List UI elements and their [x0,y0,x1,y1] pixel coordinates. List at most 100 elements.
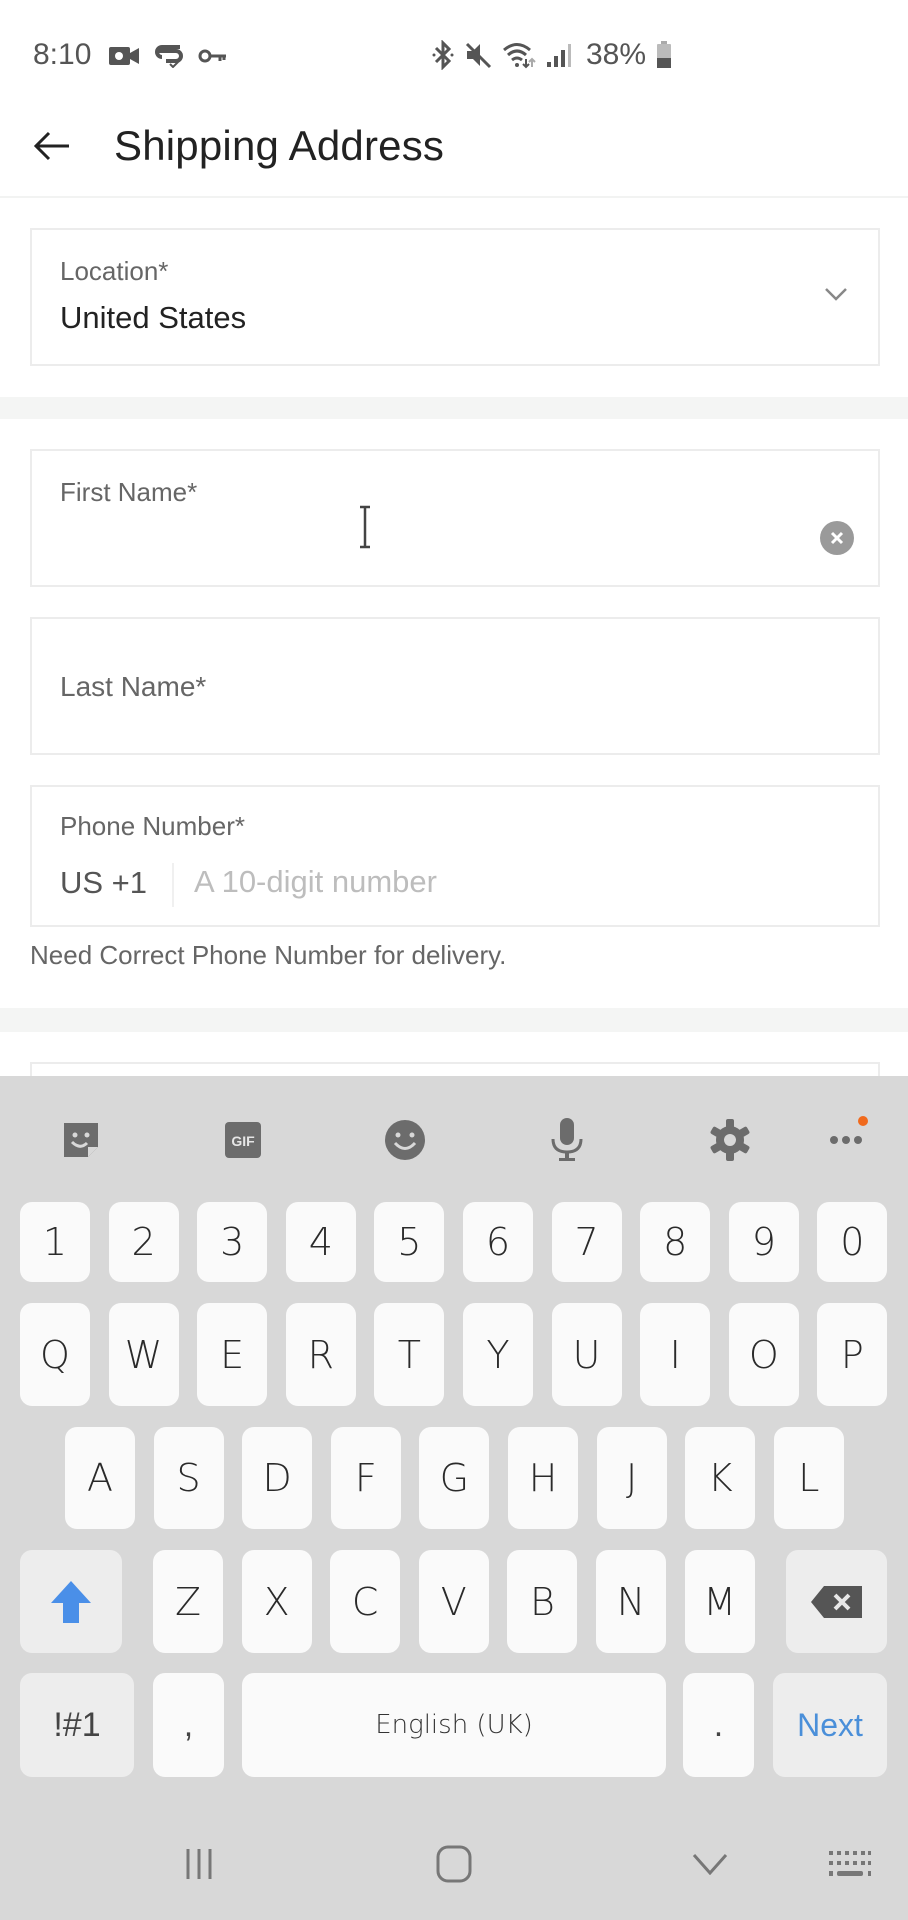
location-select[interactable]: Location* United States [30,228,880,366]
key-s[interactable]: S [153,1427,224,1529]
battery-icon [656,41,672,69]
wifi-icon [502,41,536,69]
key-v[interactable]: V [418,1550,489,1653]
backspace-key[interactable] [786,1550,887,1653]
key-y[interactable]: Y [463,1303,533,1406]
recent-apps-icon [182,1847,216,1881]
settings-icon [708,1118,752,1162]
key-h[interactable]: H [508,1427,578,1529]
phone-number-label: Phone Number* [60,811,245,841]
key-a[interactable]: A [65,1427,135,1529]
location-value: United States [60,300,247,335]
key-i[interactable]: I [640,1303,711,1406]
key-q[interactable]: Q [20,1303,90,1406]
key-g[interactable]: G [419,1427,490,1529]
key-t[interactable]: T [374,1303,445,1406]
gif-button[interactable]: GIF [219,1116,267,1164]
key-k[interactable]: K [685,1427,756,1529]
next-action-key[interactable]: Next [773,1673,887,1777]
key-f[interactable]: F [330,1427,401,1529]
more-icon [826,1132,866,1148]
clear-circle-icon [830,531,844,545]
key-m[interactable]: M [684,1550,755,1653]
svg-text:GIF: GIF [231,1133,255,1149]
mute-icon [464,41,492,69]
key-5[interactable]: 5 [374,1202,445,1282]
page-title: Shipping Address [114,122,445,169]
gif-icon: GIF [222,1119,264,1161]
notification-dot [858,1116,868,1126]
hide-keyboard-icon [692,1853,728,1875]
key-9[interactable]: 9 [728,1202,799,1282]
bluetooth-icon [432,40,454,70]
key-r[interactable]: R [285,1303,356,1406]
soft-keyboard: G I F !#1 , English (UK) . Next 1 2 3 4 5 … [0,1076,908,1920]
more-options-button[interactable] [822,1116,870,1164]
status-time: 8:10 [33,38,92,71]
backspace-icon [810,1585,864,1619]
key-l[interactable]: L [773,1427,844,1529]
key-b[interactable]: B [507,1550,578,1653]
first-name-label: First Name* [60,477,198,507]
status-left-icons [108,44,228,68]
sticker-icon [60,1119,102,1161]
space-key[interactable]: English (UK) [242,1673,666,1777]
key-2[interactable]: 2 [108,1202,179,1282]
recent-apps-button[interactable] [169,1840,229,1888]
emoji-icon [383,1118,427,1162]
emoji-button[interactable] [381,1116,429,1164]
system-nav-bar [0,1800,908,1920]
phone-number-field: Phone Number* US +1 [30,785,880,927]
key-z[interactable]: Z [153,1550,223,1653]
clear-first-name-button[interactable] [820,521,854,555]
key-4[interactable]: 4 [285,1202,356,1282]
vpn-key-icon [198,47,228,65]
key-8[interactable]: 8 [640,1202,711,1282]
signal-icon [546,42,572,68]
stickers-button[interactable] [57,1116,105,1164]
home-icon [436,1845,472,1883]
country-code-selector[interactable]: US +1 [60,865,147,901]
keyboard-switch-icon [828,1850,872,1878]
back-button[interactable] [30,124,74,168]
hide-keyboard-button[interactable] [680,1840,740,1888]
key-o[interactable]: O [728,1303,799,1406]
key-j[interactable]: J [596,1427,667,1529]
keyboard-settings-button[interactable] [706,1116,754,1164]
key-d[interactable]: D [242,1427,313,1529]
key-p[interactable]: P [817,1303,888,1406]
key-0[interactable]: 0 [817,1202,888,1282]
section-divider [0,397,908,419]
app-header: Shipping Address [0,100,908,198]
arrow-left-icon [33,130,71,162]
battery-percent: 38% [586,38,647,71]
key-w[interactable]: W [108,1303,179,1406]
phone-number-input[interactable] [194,857,844,907]
key-e[interactable]: E [197,1303,268,1406]
voice-input-button[interactable] [543,1116,591,1164]
last-name-field[interactable]: Last Name* [30,617,880,755]
key-7[interactable]: 7 [551,1202,622,1282]
key-n[interactable]: N [596,1550,666,1653]
key-x[interactable]: X [241,1550,312,1653]
last-name-label: Last Name* [60,671,207,702]
phone-divider [172,863,174,907]
status-right-icons: 38% [432,38,672,72]
location-label: Location* [60,256,169,286]
chevron-down-icon [824,286,848,302]
key-3[interactable]: 3 [197,1202,268,1282]
keyboard-switch-button[interactable] [820,1840,880,1888]
key-c[interactable]: C [330,1550,401,1653]
keyboard-toolbar: GIF [0,1076,908,1196]
section-divider [0,1008,908,1032]
key-1[interactable]: 1 [20,1202,90,1282]
first-name-field[interactable]: First Name* [30,449,880,587]
comma-key[interactable]: , [153,1673,224,1777]
shift-key[interactable] [20,1550,122,1653]
key-6[interactable]: 6 [463,1202,533,1282]
period-key[interactable]: . [683,1673,754,1777]
home-button[interactable] [424,1840,484,1888]
symbols-key[interactable]: !#1 [20,1673,134,1777]
video-camera-icon [108,45,140,67]
key-u[interactable]: U [551,1303,622,1406]
